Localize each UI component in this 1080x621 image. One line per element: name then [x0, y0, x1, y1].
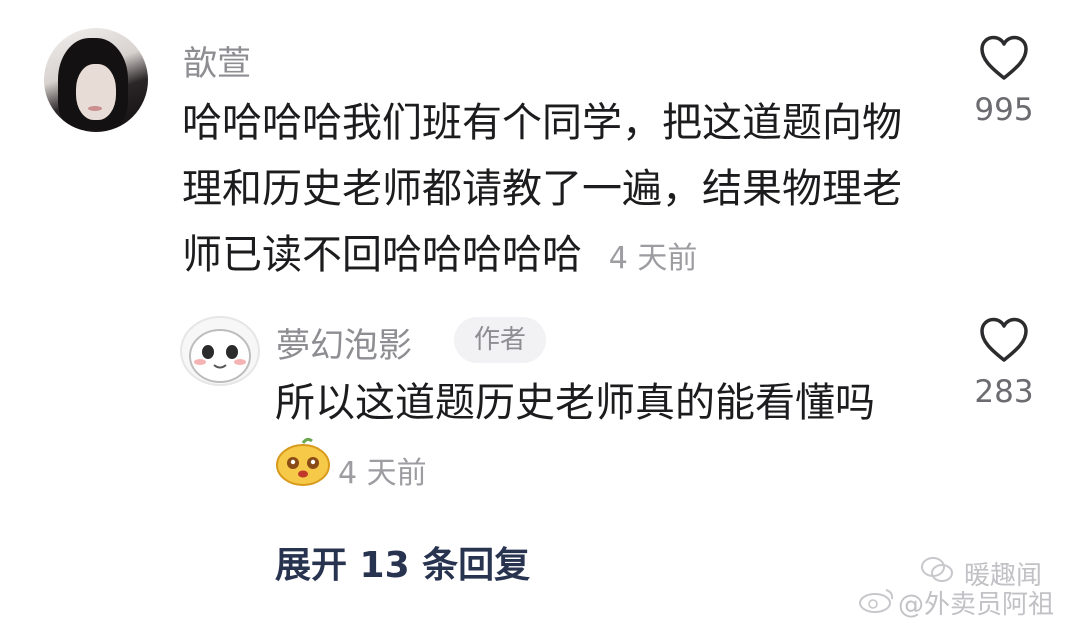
like-count: 283: [974, 374, 1034, 410]
watermark-handle: @外卖员阿祖: [898, 590, 1055, 620]
comment-text-line: 理和历史老师都请教了一遍，结果物理老: [182, 166, 902, 212]
weibo-logo-icon: [858, 586, 896, 614]
reply-time: 4 天前: [338, 456, 427, 491]
emoji-sticker-icon: [274, 437, 332, 487]
reply-username[interactable]: 夢幻泡影: [276, 318, 412, 367]
heart-icon: [980, 317, 1028, 362]
comment-username[interactable]: 歆萱: [183, 36, 251, 85]
like-count: 995: [974, 92, 1034, 128]
comment-time: 4 天前: [608, 241, 698, 276]
reply-text: 所以这道题历史老师真的能看懂吗: [275, 380, 875, 426]
comment-text-line: 师已读不回哈哈哈哈哈: [182, 232, 582, 278]
comment-text-line: 哈哈哈哈我们班有个同学，把这道题向物: [182, 100, 902, 146]
avatar[interactable]: [44, 28, 148, 132]
like-button[interactable]: [978, 316, 1030, 368]
wechat-logo-icon: [920, 556, 954, 584]
avatar[interactable]: [180, 316, 260, 386]
heart-icon: [980, 35, 1028, 80]
comment-body: 哈哈哈哈我们班有个同学，把这道题向物 理和历史老师都请教了一遍，结果物理老 师已…: [182, 90, 942, 292]
cartoon-face-icon: [189, 329, 251, 383]
like-button[interactable]: [978, 34, 1030, 86]
expand-replies-button[interactable]: 展开 13 条回复: [275, 536, 530, 588]
author-badge: 作者: [454, 317, 546, 363]
